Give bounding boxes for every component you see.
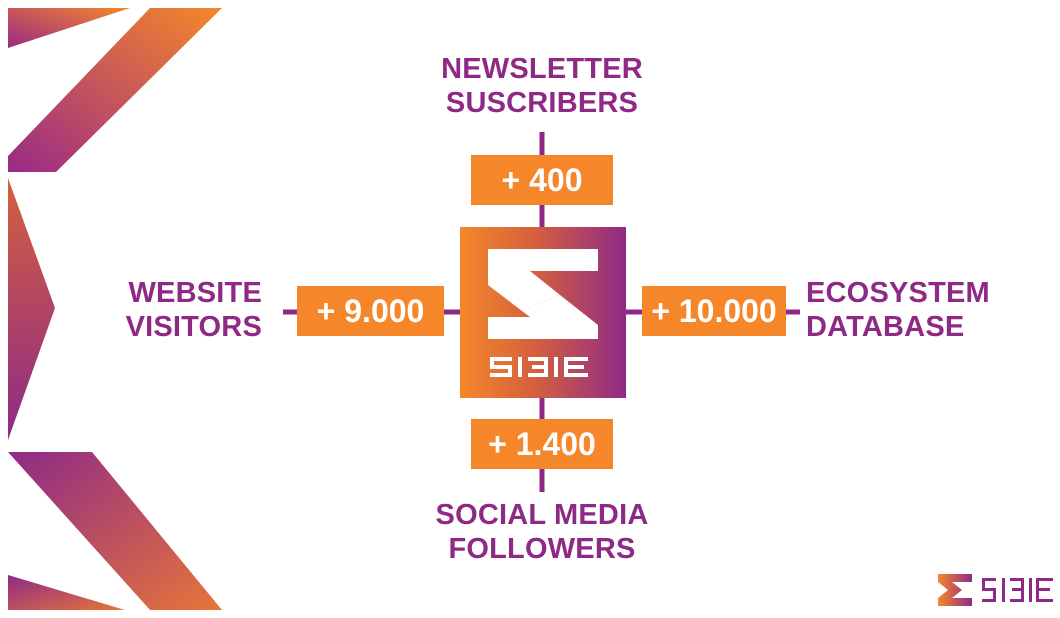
label-line-1: ECOSYSTEM <box>806 277 990 309</box>
label-line-2: VISITORS <box>125 311 262 343</box>
label-line-2: SUSCRIBERS <box>445 87 639 119</box>
label-website-visitors: WEBSITE VISITORS <box>110 276 262 344</box>
label-line-2: FOLLOWERS <box>448 533 636 565</box>
value-newsletter-subscribers: + 400 <box>471 155 613 205</box>
label-line-2: DATABASE <box>806 311 965 343</box>
corner-logo-icon <box>938 574 1053 606</box>
label-line-1: NEWSLETTER <box>441 53 643 85</box>
chevron-bottom-left <box>8 575 125 610</box>
infographic-slide: NEWSLETTER SUSCRIBERS WEBSITE VISITORS E… <box>0 0 1060 618</box>
label-line-1: SOCIAL MEDIA <box>435 499 649 531</box>
chevron-mid <box>8 178 55 440</box>
chevron-top-left <box>8 8 130 48</box>
label-newsletter-subscribers: NEWSLETTER SUSCRIBERS <box>440 52 644 120</box>
value-social-media-followers: + 1.400 <box>471 419 613 469</box>
label-line-1: WEBSITE <box>128 277 262 309</box>
value-ecosystem-database: + 10.000 <box>642 286 786 336</box>
sibe-logo-icon <box>488 249 598 377</box>
label-ecosystem-database: ECOSYSTEM DATABASE <box>806 276 1006 344</box>
label-social-media-followers: SOCIAL MEDIA FOLLOWERS <box>420 498 664 566</box>
value-website-visitors: + 9.000 <box>297 286 444 336</box>
hub-logo-tile <box>460 227 626 398</box>
